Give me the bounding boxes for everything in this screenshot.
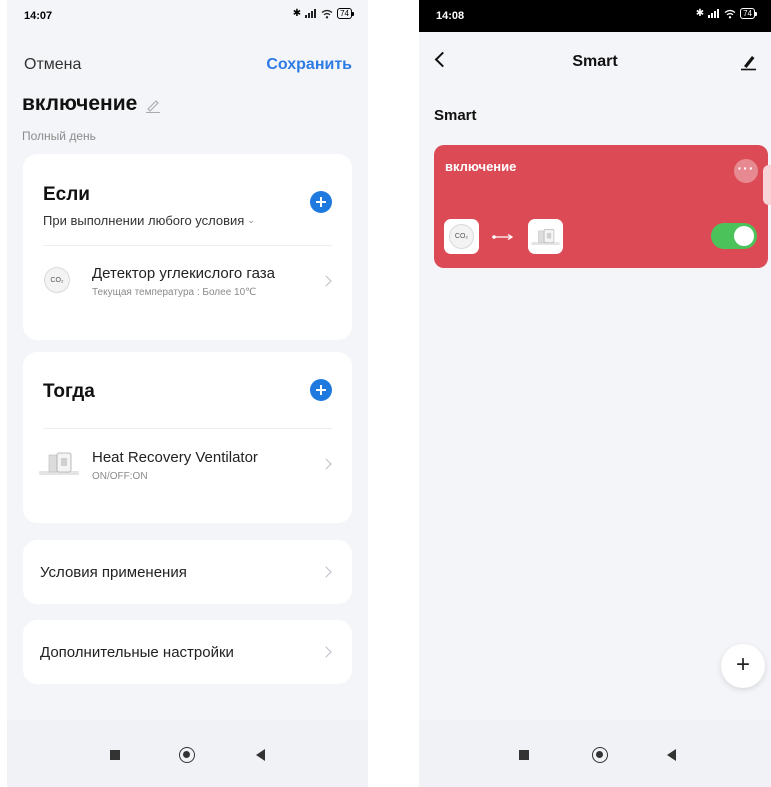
status-time: 14:08 [436, 10, 465, 22]
add-condition-button[interactable] [310, 191, 332, 213]
bluetooth-icon: ✱ [292, 8, 302, 19]
chevron-right-icon [320, 275, 332, 287]
smart-list-screen: 14:08 ✱ 74 Smart Smart включение ··· CO₂ [419, 0, 771, 787]
then-card: Тогда Heat Recovery Ventilator ON/OFF:ON [23, 352, 352, 523]
extra-settings-label: Дополнительные настройки [40, 644, 234, 661]
scene-name[interactable]: включение [22, 92, 161, 116]
wifi-icon [321, 9, 333, 18]
condition-mode-label: При выполнении любого условия [43, 213, 245, 228]
arrow-right-icon [492, 233, 514, 241]
home-button[interactable] [592, 747, 608, 763]
side-handle[interactable] [763, 165, 771, 205]
condition-title: Детектор углекислого газа [92, 265, 275, 282]
bluetooth-icon: ✱ [695, 8, 705, 19]
status-time: 14:07 [24, 10, 53, 22]
section-label: Smart [434, 107, 477, 124]
save-button[interactable]: Сохранить [266, 56, 352, 74]
system-nav-bar [419, 720, 771, 787]
chevron-right-icon [320, 566, 332, 578]
co2-sensor-icon: CO₂ [449, 224, 474, 249]
if-card: Если При выполнении любого условия ⌄ CO₂… [23, 154, 352, 340]
action-desc: ON/OFF:ON [92, 471, 148, 482]
apply-conditions-label: Условия применения [40, 564, 187, 581]
scene-enable-toggle[interactable] [711, 223, 757, 249]
scene-schedule-text: Полный день [22, 129, 96, 143]
status-bar: 14:07 ✱ 74 [7, 0, 368, 32]
status-icons: ✱ 74 [292, 8, 354, 19]
chevron-down-icon: ⌄ [247, 215, 255, 225]
chevron-right-icon [320, 646, 332, 658]
back-button[interactable] [256, 749, 265, 761]
status-icons: ✱ 74 [695, 8, 757, 19]
co2-sensor-icon: CO₂ [44, 267, 70, 293]
divider [43, 428, 332, 429]
ventilator-icon [39, 452, 79, 475]
signal-icon [708, 9, 720, 18]
action-title: Heat Recovery Ventilator [92, 449, 258, 466]
if-card-title: Если [43, 184, 90, 205]
condition-device-tile: CO₂ [444, 219, 479, 254]
signal-icon [305, 9, 317, 18]
header-title: Smart [572, 53, 618, 70]
battery-icon: 74 [740, 8, 757, 19]
scene-card[interactable]: включение ··· CO₂ [434, 145, 768, 268]
wifi-icon [724, 9, 736, 18]
extra-settings-row[interactable]: Дополнительные настройки [23, 620, 352, 684]
scene-card-name: включение [445, 159, 517, 174]
condition-desc: Текущая температура : Более 10℃ [92, 287, 257, 298]
status-bar: 14:08 ✱ 74 [419, 0, 771, 32]
apply-conditions-row[interactable]: Условия применения [23, 540, 352, 604]
battery-icon: 74 [337, 8, 354, 19]
recents-button[interactable] [519, 750, 529, 760]
edit-scene-screen: 14:07 ✱ 74 Отмена Сохранить включение По… [7, 0, 368, 787]
edit-icon[interactable] [739, 53, 757, 71]
action-device-tile [528, 219, 563, 254]
add-action-button[interactable] [310, 379, 332, 401]
chevron-right-icon [320, 458, 332, 470]
home-button[interactable] [179, 747, 195, 763]
system-nav-bar [7, 720, 368, 787]
recents-button[interactable] [110, 750, 120, 760]
then-card-title: Тогда [43, 381, 95, 402]
cancel-button[interactable]: Отмена [24, 56, 81, 74]
edit-pencil-icon[interactable] [145, 97, 161, 113]
scene-name-text: включение [22, 92, 138, 115]
ventilator-icon [531, 229, 560, 245]
more-options-icon[interactable]: ··· [734, 159, 758, 183]
add-scene-button[interactable]: + [721, 644, 765, 688]
condition-mode-selector[interactable]: При выполнении любого условия ⌄ [43, 213, 255, 228]
divider [43, 245, 332, 246]
back-button[interactable] [667, 749, 676, 761]
